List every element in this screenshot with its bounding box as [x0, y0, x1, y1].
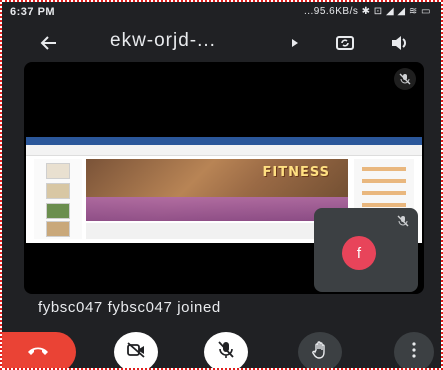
call-controls: [2, 328, 441, 368]
muted-mic-icon: [394, 68, 416, 90]
slide-thumbnail: [46, 183, 70, 199]
mic-off-icon: [218, 340, 234, 364]
end-call-icon: [26, 343, 50, 361]
status-indicators: ...95.6KB/s ✱ ⊡ ◢ ◢ ≋ ▭: [303, 6, 431, 17]
app-ribbon: [26, 145, 422, 156]
app-title-bar: [26, 137, 422, 145]
more-options-button[interactable]: [394, 332, 434, 368]
slide-floor: [86, 197, 348, 221]
panel-item: [362, 191, 406, 195]
slide-notes: [86, 223, 348, 239]
meeting-code[interactable]: ekw-orjd-...: [110, 30, 216, 52]
volume-icon[interactable]: [386, 30, 412, 56]
chevron-right-icon[interactable]: [282, 30, 308, 56]
status-time: 6:37 PM: [10, 6, 56, 18]
panel-item: [362, 167, 406, 171]
meet-screen: 6:37 PM ...95.6KB/s ✱ ⊡ ◢ ◢ ≋ ▭ ekw-orjd…: [2, 2, 441, 368]
slide-brand-text: FITNESS: [262, 165, 330, 180]
avatar: f: [342, 236, 376, 270]
mic-toggle-button[interactable]: [204, 332, 248, 368]
raise-hand-button[interactable]: [298, 332, 342, 368]
panel-item: [362, 179, 406, 183]
end-call-button[interactable]: [2, 332, 76, 368]
camera-off-icon: [126, 341, 146, 363]
meeting-toolbar: ekw-orjd-...: [2, 24, 441, 62]
join-notification: fybsc047 fybsc047 joined: [38, 299, 221, 316]
muted-mic-icon: [394, 212, 412, 230]
presentation-slide: FITNESS: [86, 159, 348, 221]
panel-item: [362, 203, 406, 207]
switch-camera-icon[interactable]: [332, 30, 358, 56]
self-view-tile[interactable]: f: [314, 208, 418, 292]
camera-toggle-button[interactable]: [114, 332, 158, 368]
slide-thumbnail: [46, 203, 70, 219]
slide-thumbnails: [34, 159, 82, 239]
raise-hand-icon: [312, 340, 328, 364]
back-arrow-icon[interactable]: [36, 30, 62, 56]
slide-thumbnail: [46, 221, 70, 237]
slide-thumbnail: [46, 163, 70, 179]
status-bar: 6:37 PM ...95.6KB/s ✱ ⊡ ◢ ◢ ≋ ▭: [2, 2, 441, 24]
more-options-icon: [412, 341, 416, 363]
